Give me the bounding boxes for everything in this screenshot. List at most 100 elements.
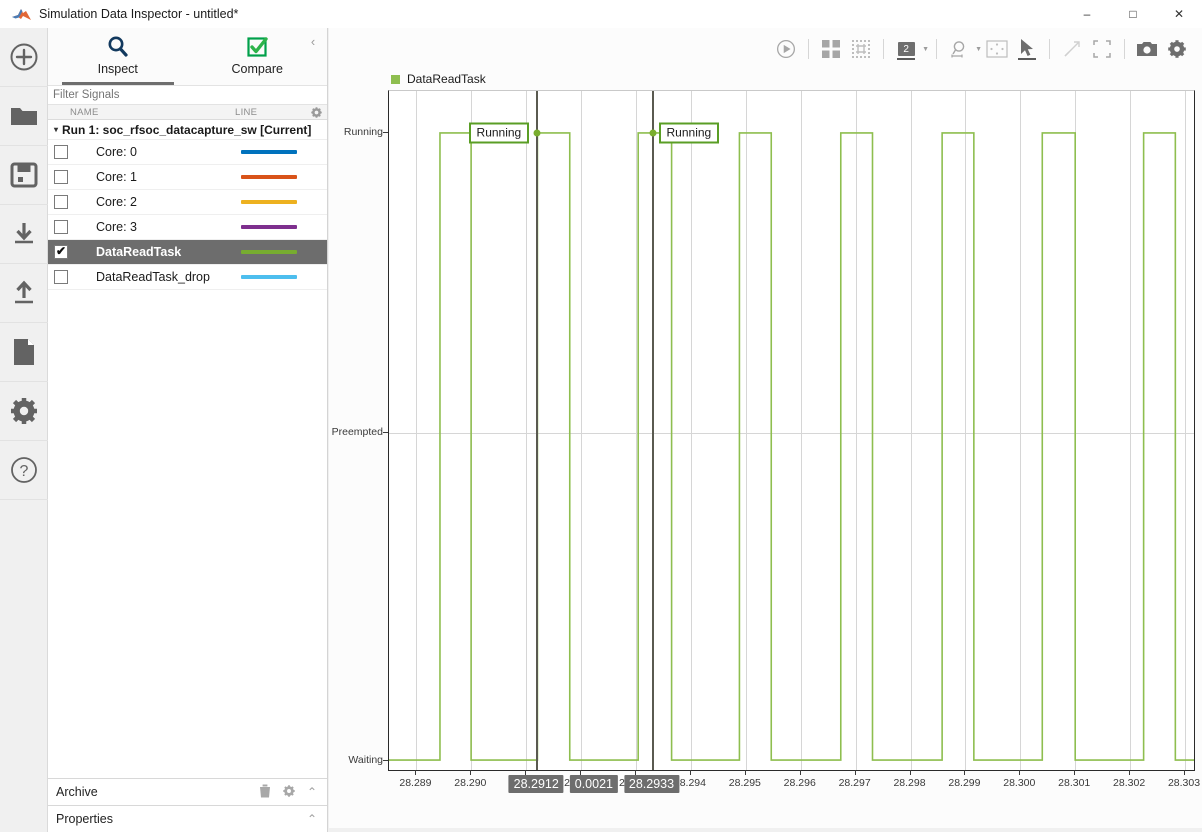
x-axis-tick-label: 28.289 <box>399 777 431 789</box>
cursor-count-badge: 2 <box>898 42 915 56</box>
search-icon <box>106 34 130 60</box>
properties-section[interactable]: Properties ⌃ <box>48 805 327 832</box>
signal-checkbox[interactable] <box>54 170 68 184</box>
legend-color-swatch <box>391 75 400 84</box>
x-axis-tick-mark <box>1184 770 1185 775</box>
signal-row[interactable]: Core: 1 <box>48 165 327 190</box>
data-tip[interactable]: Running <box>659 123 720 144</box>
matlab-logo-icon <box>10 4 34 24</box>
save-icon[interactable] <box>0 146 48 205</box>
cursor-readout[interactable]: 28.2912 <box>509 775 564 793</box>
open-folder-icon[interactable] <box>0 87 48 146</box>
filter-signals-input[interactable] <box>53 89 327 101</box>
cursor-readout[interactable]: 28.2933 <box>624 775 679 793</box>
signal-row[interactable]: Core: 3 <box>48 215 327 240</box>
subplot-layout-button[interactable] <box>816 34 846 64</box>
fullscreen-button[interactable] <box>1087 34 1117 64</box>
tab-inspect-label: Inspect <box>98 62 138 76</box>
signal-checkbox[interactable] <box>54 145 68 159</box>
gear-icon[interactable] <box>305 107 327 118</box>
active-indicator <box>1018 58 1036 60</box>
tab-inspect[interactable]: Inspect <box>48 28 188 85</box>
signal-waveform <box>389 91 1194 770</box>
sparse-grid-button[interactable] <box>846 34 876 64</box>
signal-checkbox[interactable] <box>54 195 68 209</box>
chevron-up-icon[interactable]: ⌃ <box>307 785 317 799</box>
title-bar: Simulation Data Inspector - untitled* – … <box>0 0 1202 28</box>
close-button[interactable]: ✕ <box>1156 0 1202 28</box>
cursor-delta-readout: 0.0021 <box>570 775 618 793</box>
plot-canvas[interactable]: Running Running <box>388 90 1195 770</box>
toolbar-separator <box>883 39 884 59</box>
signal-name: DataReadTask_drop <box>78 270 233 284</box>
svg-text:?: ? <box>20 463 29 480</box>
data-tip[interactable]: Running <box>469 123 530 144</box>
trash-icon[interactable] <box>259 784 271 801</box>
settings-icon[interactable] <box>0 382 48 441</box>
x-axis-tick-mark <box>745 770 746 775</box>
chevron-down-icon[interactable]: ▼ <box>922 46 929 53</box>
x-axis-tick-mark <box>800 770 801 775</box>
signal-checkbox[interactable] <box>54 220 68 234</box>
zoom-group: ▼ <box>944 34 982 64</box>
cursor-line[interactable] <box>652 91 654 770</box>
expand-button[interactable] <box>1057 34 1087 64</box>
fit-to-view-button[interactable] <box>982 34 1012 64</box>
signal-checkbox[interactable] <box>54 245 68 259</box>
report-icon[interactable] <box>0 323 48 382</box>
signal-row[interactable]: DataReadTask_drop <box>48 265 327 290</box>
x-axis-tick-mark <box>470 770 471 775</box>
pointer-button[interactable] <box>1012 34 1042 64</box>
signal-name: Core: 1 <box>78 170 233 184</box>
x-axis-tick-label: 28.300 <box>1003 777 1035 789</box>
signal-list: Core: 0Core: 1Core: 2Core: 3DataReadTask… <box>48 140 327 778</box>
chevron-up-icon[interactable]: ⌃ <box>307 812 317 826</box>
cursor-data-point[interactable] <box>649 130 656 137</box>
signal-columns-header: NAME LINE <box>48 105 327 120</box>
archive-section[interactable]: Archive ⌃ <box>48 778 327 805</box>
signal-name: Core: 0 <box>78 145 233 159</box>
signal-name: Core: 2 <box>78 195 233 209</box>
chart-legend: DataReadTask <box>391 72 486 86</box>
bottom-strip <box>329 828 1202 832</box>
signal-line-cell[interactable] <box>233 250 305 254</box>
chevron-down-icon[interactable]: ▼ <box>975 46 982 53</box>
run-group-row[interactable]: ▾ Run 1: soc_rfsoc_datacapture_sw [Curre… <box>48 120 327 140</box>
signal-line-cell[interactable] <box>233 225 305 229</box>
x-axis-tick-mark <box>1129 770 1130 775</box>
x-axis-tick-label: 28.303 <box>1168 777 1200 789</box>
y-axis-labels: RunningPreemptedWaiting <box>329 90 387 770</box>
run-simulation-button[interactable] <box>771 34 801 64</box>
maximize-button[interactable]: □ <box>1110 0 1156 28</box>
signal-line-cell[interactable] <box>233 200 305 204</box>
minimize-button[interactable]: – <box>1064 0 1110 28</box>
zoom-button[interactable] <box>944 34 974 64</box>
archive-label: Archive <box>56 785 98 799</box>
chart-area: 2 ▼ ▼ <box>329 28 1202 832</box>
left-tool-rail: ? <box>0 28 48 832</box>
toolbar-separator <box>1124 39 1125 59</box>
x-axis-tick-label: 28.301 <box>1058 777 1090 789</box>
y-axis-tick-label: Waiting <box>348 754 383 766</box>
cursors-button[interactable]: 2 <box>891 34 921 64</box>
signal-row[interactable]: Core: 0 <box>48 140 327 165</box>
cursor-data-point[interactable] <box>534 130 541 137</box>
x-axis-tick-label: 28.302 <box>1113 777 1145 789</box>
signal-row[interactable]: DataReadTask <box>48 240 327 265</box>
signal-line-cell[interactable] <box>233 175 305 179</box>
signal-line-cell[interactable] <box>233 275 305 279</box>
checkbox-check-icon <box>245 34 269 60</box>
plot-settings-button[interactable] <box>1162 34 1192 64</box>
signal-line-cell[interactable] <box>233 150 305 154</box>
signal-checkbox[interactable] <box>54 270 68 284</box>
import-icon[interactable] <box>0 205 48 264</box>
snapshot-button[interactable] <box>1132 34 1162 64</box>
export-icon[interactable] <box>0 264 48 323</box>
help-icon[interactable]: ? <box>0 441 48 500</box>
signal-row[interactable]: Core: 2 <box>48 190 327 215</box>
chevron-down-icon[interactable]: ▾ <box>54 125 58 134</box>
cursor-line[interactable] <box>536 91 538 770</box>
collapse-panel-button[interactable]: ‹ <box>305 34 321 50</box>
gear-icon[interactable] <box>283 785 295 800</box>
add-icon[interactable] <box>0 28 48 87</box>
